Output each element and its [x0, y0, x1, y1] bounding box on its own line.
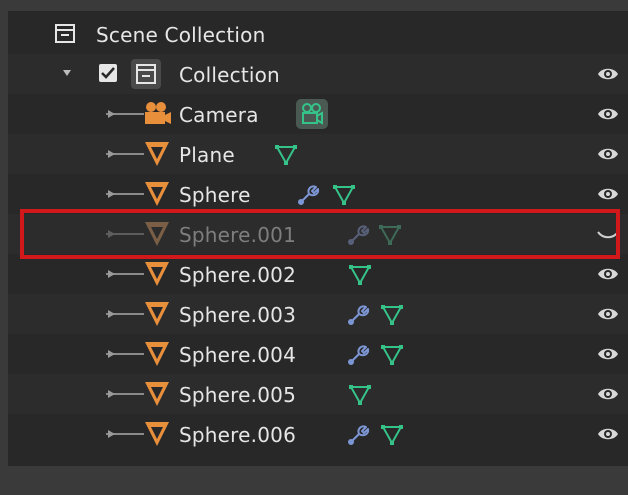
scene-collection-label: Scene Collection — [96, 23, 266, 47]
mesh-data-icon[interactable] — [380, 303, 404, 327]
item-label: Camera — [179, 103, 259, 127]
disclosure-triangle-icon[interactable] — [106, 189, 116, 199]
eye-visible-icon[interactable] — [596, 342, 620, 366]
outliner-item-sphere-004[interactable]: Sphere.004 — [8, 334, 628, 374]
outliner-item-sphere-002[interactable]: Sphere.002 — [8, 254, 628, 294]
mesh-object-icon — [145, 302, 169, 326]
disclosure-triangle-icon[interactable] — [106, 429, 116, 439]
camera-data-icon[interactable] — [295, 98, 329, 130]
wrench-modifier-icon[interactable] — [346, 303, 370, 327]
eye-visible-icon[interactable] — [596, 142, 620, 166]
item-label: Sphere.002 — [179, 263, 296, 287]
wrench-modifier-icon[interactable] — [346, 343, 370, 367]
mesh-data-icon[interactable] — [348, 383, 372, 407]
mesh-data-icon[interactable] — [380, 423, 404, 447]
mesh-object-icon — [145, 142, 169, 166]
mesh-data-icon[interactable] — [380, 343, 404, 367]
mesh-object-icon — [145, 382, 169, 406]
disclosure-triangle-icon[interactable] — [62, 68, 72, 78]
disclosure-triangle-icon[interactable] — [106, 349, 116, 359]
outliner-item-sphere-005[interactable]: Sphere.005 — [8, 374, 628, 414]
mesh-data-icon[interactable] — [274, 143, 298, 167]
item-label: Sphere.004 — [179, 343, 296, 367]
scene-collection-row[interactable]: Scene Collection — [8, 14, 628, 54]
wrench-modifier-icon[interactable] — [296, 183, 320, 207]
highlight-annotation-box — [20, 209, 620, 259]
outliner-item-sphere-006[interactable]: Sphere.006 — [8, 414, 628, 454]
outliner-item-plane[interactable]: Plane — [8, 134, 628, 174]
collection-row[interactable]: Collection — [8, 54, 628, 94]
eye-visible-icon[interactable] — [596, 422, 620, 446]
item-label: Sphere — [179, 183, 251, 207]
mesh-object-icon — [145, 262, 169, 286]
outliner-item-sphere[interactable]: Sphere — [8, 174, 628, 214]
item-label: Sphere.006 — [179, 423, 296, 447]
outliner-panel: Scene Collection Collection Camera Plane… — [0, 0, 628, 495]
panel-frame-bottom — [0, 466, 628, 495]
eye-visible-icon[interactable] — [596, 62, 620, 86]
disclosure-triangle-icon[interactable] — [106, 309, 116, 319]
item-label: Sphere.005 — [179, 383, 296, 407]
outliner-item-sphere-003[interactable]: Sphere.003 — [8, 294, 628, 334]
outliner-item-camera[interactable]: Camera — [8, 94, 628, 134]
panel-frame-top — [0, 0, 628, 11]
item-label: Plane — [179, 143, 235, 167]
mesh-data-icon[interactable] — [348, 263, 372, 287]
eye-visible-icon[interactable] — [596, 302, 620, 326]
disclosure-triangle-icon[interactable] — [106, 389, 116, 399]
item-label: Sphere.003 — [179, 303, 296, 327]
disclosure-triangle-icon[interactable] — [106, 269, 116, 279]
eye-visible-icon[interactable] — [596, 262, 620, 286]
wrench-modifier-icon[interactable] — [346, 423, 370, 447]
eye-visible-icon[interactable] — [596, 382, 620, 406]
mesh-object-icon — [145, 342, 169, 366]
disclosure-triangle-icon[interactable] — [106, 149, 116, 159]
collection-box-icon — [131, 59, 161, 89]
collection-label: Collection — [179, 63, 280, 87]
camera-object-icon — [145, 102, 171, 124]
disclosure-triangle-icon[interactable] — [106, 109, 116, 119]
eye-visible-icon[interactable] — [596, 182, 620, 206]
collection-box-icon — [55, 24, 75, 43]
mesh-data-icon[interactable] — [332, 183, 356, 207]
mesh-object-icon — [145, 422, 169, 446]
eye-visible-icon[interactable] — [596, 102, 620, 126]
checkbox-checked-icon[interactable] — [98, 63, 118, 83]
panel-frame-left — [0, 0, 8, 495]
mesh-object-icon — [145, 182, 169, 206]
